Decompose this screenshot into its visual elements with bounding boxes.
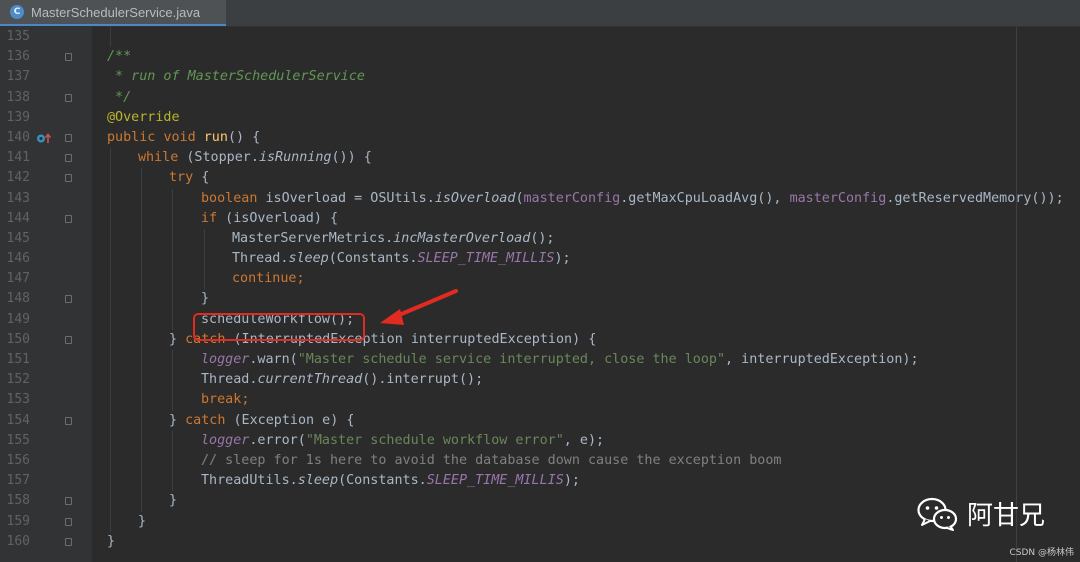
code-line: 145 MasterServerMetrics.incMasterOverloa… xyxy=(0,228,1080,250)
fold-marker-icon[interactable] xyxy=(65,416,72,425)
wechat-watermark: 阿甘兄 xyxy=(917,495,1045,532)
code-line: 141 while (Stopper.isRunning()) { xyxy=(0,148,1080,169)
line-number: 159 xyxy=(6,513,30,529)
code-line: 136 /** xyxy=(0,47,1080,67)
code-text: while (Stopper.isRunning()) { xyxy=(138,150,372,166)
line-number: 152 xyxy=(6,372,30,388)
line-number: 138 xyxy=(6,89,30,105)
override-method-icon[interactable] xyxy=(36,132,52,145)
code-text: continue; xyxy=(232,271,305,287)
code-line: 155 logger.error("Master schedule workfl… xyxy=(0,430,1080,451)
fold-marker-icon[interactable] xyxy=(65,335,72,344)
line-number: 136 xyxy=(6,49,30,65)
watermark-text: 阿甘兄 xyxy=(967,501,1046,531)
line-number: 145 xyxy=(6,230,30,246)
fold-marker-icon[interactable] xyxy=(65,53,72,62)
code-text: public void run() { xyxy=(107,129,261,145)
code-editor[interactable]: 135 136 /** 137 * run of MasterScheduler… xyxy=(0,27,1080,552)
code-line: 147 continue; xyxy=(0,269,1080,290)
highlight-box xyxy=(193,313,365,341)
code-text: boolean isOverload = OSUtils.isOverload(… xyxy=(201,190,1064,206)
code-line: 148 } xyxy=(0,289,1080,310)
code-text: logger.error("Master schedule workflow e… xyxy=(201,432,605,448)
line-number: 139 xyxy=(6,109,30,125)
code-line: 150 } catch (InterruptedException interr… xyxy=(0,329,1080,350)
line-number: 135 xyxy=(6,29,30,44)
line-number: 142 xyxy=(6,170,30,186)
fold-marker-icon[interactable] xyxy=(65,93,72,102)
csdn-credit: CSDN @杨林伟 xyxy=(1009,548,1074,558)
code-text: /** xyxy=(107,49,132,65)
code-text: if (isOverload) { xyxy=(201,210,339,226)
line-number: 155 xyxy=(6,432,30,448)
annotation-arrow-icon xyxy=(380,289,458,325)
code-line: 137 * run of MasterSchedulerService xyxy=(0,67,1080,87)
code-text: } xyxy=(107,533,116,549)
code-line: 151 logger.warn("Master schedule service… xyxy=(0,350,1080,371)
line-number: 147 xyxy=(6,271,30,287)
line-number: 143 xyxy=(6,190,30,206)
code-line: 153 break; xyxy=(0,390,1080,411)
code-line: 135 xyxy=(0,27,1080,48)
code-text: logger.warn("Master schedule service int… xyxy=(201,352,919,367)
fold-marker-icon[interactable] xyxy=(65,214,72,223)
code-text: MasterServerMetrics.incMasterOverload(); xyxy=(232,230,555,246)
code-text: break; xyxy=(201,392,250,408)
line-number: 156 xyxy=(6,452,30,468)
line-number: 137 xyxy=(6,69,30,85)
fold-marker-icon[interactable] xyxy=(65,517,72,526)
line-number: 154 xyxy=(6,412,30,428)
code-line: 142 try { xyxy=(0,168,1080,189)
code-line: 154 } catch (Exception e) { xyxy=(0,410,1080,431)
line-number: 146 xyxy=(6,251,30,267)
code-text: } xyxy=(201,291,210,307)
line-number: 160 xyxy=(6,533,30,549)
editor-tab[interactable]: C MasterSchedulerService.java xyxy=(0,0,226,26)
code-text: @Override xyxy=(107,109,180,125)
fold-marker-icon[interactable] xyxy=(65,537,72,546)
code-line: 149 scheduleWorkflow(); xyxy=(0,309,1080,330)
code-text: } xyxy=(138,513,147,529)
code-text: */ xyxy=(107,89,132,105)
code-text: * run of MasterSchedulerService xyxy=(107,69,365,85)
line-number: 151 xyxy=(6,352,30,367)
code-line: 139 @Override xyxy=(0,108,1080,128)
java-class-icon: C xyxy=(10,5,24,19)
wechat-icon xyxy=(917,497,958,531)
code-text: Thread.currentThread().interrupt(); xyxy=(201,372,484,388)
line-number: 158 xyxy=(6,493,30,509)
code-text: } catch (Exception e) { xyxy=(169,412,355,428)
line-number: 141 xyxy=(6,150,30,166)
line-number: 149 xyxy=(6,311,30,327)
code-text: try { xyxy=(169,170,210,186)
fold-marker-icon[interactable] xyxy=(65,133,72,142)
line-number: 153 xyxy=(6,392,30,408)
line-number: 157 xyxy=(6,473,30,489)
editor-tab-bar: C MasterSchedulerService.java xyxy=(0,0,1080,27)
code-line: 152 Thread.currentThread().interrupt(); xyxy=(0,370,1080,391)
code-line: 140 public void run() { xyxy=(0,128,1080,148)
fold-marker-icon[interactable] xyxy=(65,174,72,183)
line-number: 150 xyxy=(6,331,30,347)
code-line: 157 ThreadUtils.sleep(Constants.SLEEP_TI… xyxy=(0,471,1080,492)
code-line: 138 */ xyxy=(0,88,1080,108)
line-number: 148 xyxy=(6,291,30,307)
code-text: Thread.sleep(Constants.SLEEP_TIME_MILLIS… xyxy=(232,251,571,267)
code-line: 146 Thread.sleep(Constants.SLEEP_TIME_MI… xyxy=(0,249,1080,270)
code-line: 143 boolean isOverload = OSUtils.isOverl… xyxy=(0,188,1080,209)
tab-title: MasterSchedulerService.java xyxy=(31,4,201,20)
code-text: } xyxy=(169,493,178,509)
code-line: 156 // sleep for 1s here to avoid the da… xyxy=(0,450,1080,472)
fold-marker-icon[interactable] xyxy=(65,497,72,506)
line-number: 140 xyxy=(6,129,30,145)
code-comment: // sleep for 1s here to avoid the databa… xyxy=(201,452,782,468)
code-text: ThreadUtils.sleep(Constants.SLEEP_TIME_M… xyxy=(201,473,580,489)
fold-marker-icon[interactable] xyxy=(65,295,72,304)
fold-marker-icon[interactable] xyxy=(65,154,72,163)
line-number: 144 xyxy=(6,210,30,226)
code-line: 144 if (isOverload) { xyxy=(0,208,1080,229)
code-line: 160 } xyxy=(0,532,1080,552)
